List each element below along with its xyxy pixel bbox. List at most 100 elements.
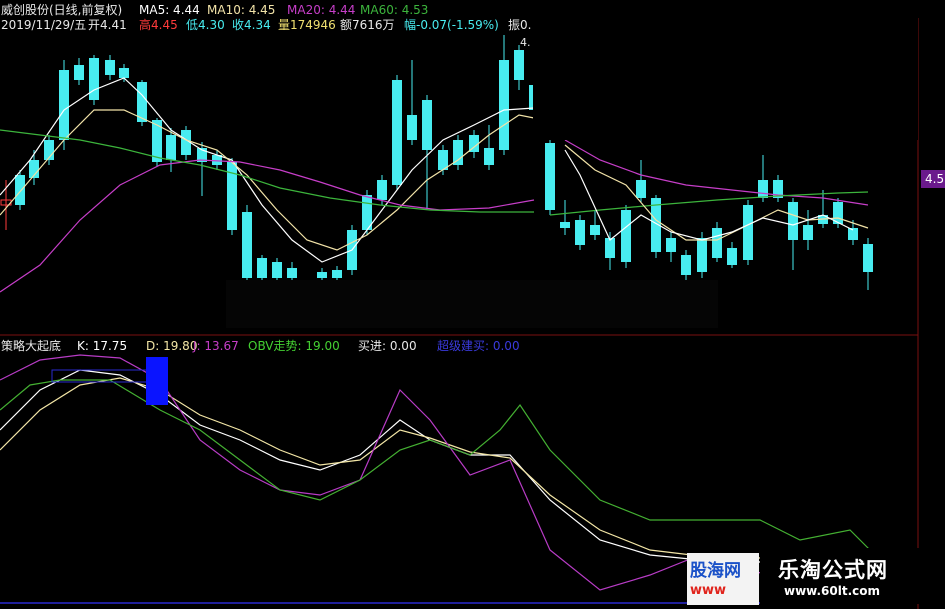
candle-body [697,238,707,272]
extra-label: 超级建买: 0.00 [437,339,520,353]
candle-body [272,262,282,278]
candle-body [727,248,737,265]
buy-label: 买进: 0.00 [358,339,417,353]
ma60-label: MA60: 4.53 [360,3,429,17]
candle-body [712,228,722,258]
candle-body [681,255,691,275]
watermark-letao-url: www.60lt.com [784,584,881,598]
candle-body [788,202,798,240]
candle-body [332,270,342,278]
watermark-guhai-title: 股海网 [690,561,741,581]
candlestick [621,205,631,268]
j-label: J: 13.67 [193,339,239,353]
candlestick [758,155,768,202]
candlestick [438,145,448,175]
candle-body [166,135,176,160]
candlestick [833,198,843,228]
candlestick [818,190,828,228]
candle-body [803,225,813,240]
candlestick [317,268,327,280]
candlestick [499,35,509,155]
k-label: K: 17.75 [77,339,128,353]
candlestick [272,258,282,280]
stock-title: 威创股份(日线,前复权) [1,3,123,17]
ma10-line [0,109,535,251]
candlestick [636,160,646,202]
obv-label: OBV走势: 19.00 [248,339,340,353]
buy-signal-bar [146,357,168,405]
amplitude-label: 振0. [508,18,532,32]
peak-price-label: 4. [520,36,531,49]
candlestick [545,140,555,215]
candle-body [422,100,432,150]
kdj-k-line [0,369,871,569]
candlestick [105,55,115,80]
ma60-line-right [549,191,869,216]
chart-canvas[interactable]: 4. [0,0,945,609]
candlestick [666,232,676,262]
candlestick [514,45,524,90]
ma5-label: MA5: 4.44 [139,3,200,17]
change-label: 幅-0.07(-1.59%) [404,18,499,32]
candle-body [15,175,25,205]
candlestick [575,215,585,250]
close-label: 收4.34 [232,18,271,32]
obv-line [0,379,881,561]
candlestick [743,200,753,265]
candlestick [712,222,722,262]
occlusion-box-top-right [533,18,918,140]
candlestick [392,75,402,190]
d-label: D: 19.80 [146,339,198,353]
kdj-d-line [0,377,871,567]
candlestick [74,58,84,85]
watermark-guhai-url: www [690,583,727,598]
candlestick [803,210,813,250]
candlestick [332,266,342,280]
candle-body [590,225,600,235]
candlestick [227,158,237,235]
candle-body [484,148,494,165]
ma10-label: MA10: 4.45 [207,3,276,17]
candlestick [242,205,252,280]
amount-label: 额7616万 [340,18,395,32]
candle-body [242,212,252,278]
candle-body [317,272,327,278]
ma5-line [0,77,535,263]
candle-body [74,65,84,80]
current-price-badge: 4.5 [921,170,945,188]
watermark-letao: 乐淘公式网 www.60lt.com [760,548,928,604]
volume-label: 量174946 [278,18,336,32]
candle-body [392,80,402,185]
candlestick [44,135,54,165]
candle-body [758,180,768,198]
candle-body [407,115,417,140]
candlestick [863,238,873,290]
candlestick [560,200,570,235]
candle-body [743,205,753,260]
candle-body [560,222,570,228]
candlestick [788,198,798,270]
candle-body [119,68,129,78]
candlestick [287,262,297,280]
candle-body [863,244,873,272]
candle-body [59,70,69,140]
candle-body [575,220,585,245]
candlestick [453,135,463,170]
candle-body [514,50,524,80]
candlestick [681,250,691,280]
candlestick [181,126,191,160]
watermark-letao-title: 乐淘公式网 [778,558,888,582]
candle-body [453,140,463,165]
candlestick [89,55,99,105]
candle-body [89,58,99,100]
candle-body [636,180,646,198]
candle-body [287,268,297,278]
candle-body [257,258,267,278]
candle-body [545,143,555,210]
candlestick [773,175,783,202]
candlestick [257,255,267,280]
candle-body [377,180,387,200]
ma20-label: MA20: 4.44 [287,3,356,17]
date-label: 2019/11/29/五 [1,18,87,32]
candle-body [621,210,631,262]
